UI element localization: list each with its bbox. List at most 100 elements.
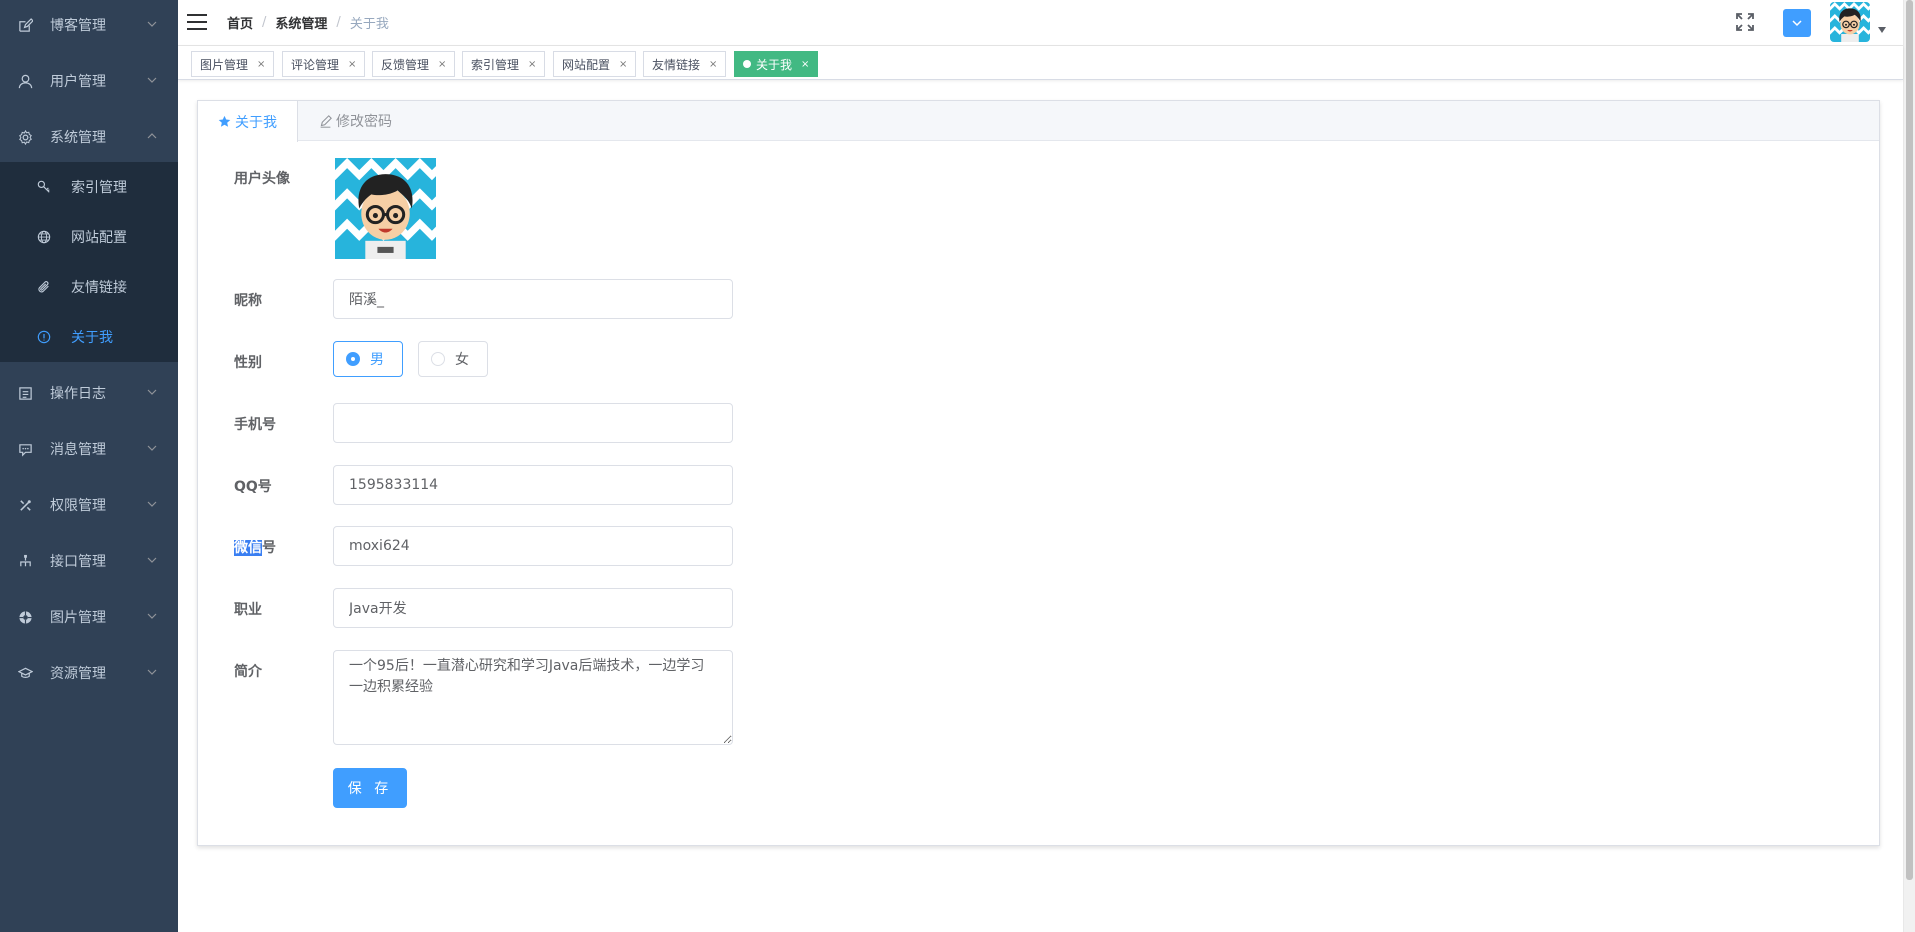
chevron-down-icon (147, 669, 157, 675)
sidebar-menu-message[interactable]: 消息管理 (0, 421, 178, 477)
sidebar-menu-permission[interactable]: 权限管理 (0, 477, 178, 533)
gear-icon (17, 129, 33, 145)
radio-label: 男 (370, 352, 384, 368)
qq-label: QQ号 (234, 479, 272, 495)
sidebar-menu-user[interactable]: 用户管理 (0, 53, 178, 109)
job-label: 职业 (234, 602, 262, 618)
fullscreen-icon[interactable] (1735, 12, 1755, 32)
tab-about[interactable]: 关于我 (198, 101, 298, 142)
close-icon[interactable]: × (619, 59, 627, 70)
tags-view: 图片管理 × 评论管理 × 反馈管理 × 索引管理 × 网站配置 × 友情链接 … (178, 46, 1903, 80)
edit-icon (319, 114, 332, 128)
sidebar-item-index[interactable]: 索引管理 (0, 162, 178, 212)
breadcrumb-separator: / (336, 15, 341, 30)
nickname-input[interactable] (333, 279, 733, 319)
key-icon (37, 180, 51, 194)
scrollbar[interactable] (1903, 0, 1915, 932)
selected-text: 微信 (234, 540, 262, 556)
tag-picture[interactable]: 图片管理 × (191, 51, 275, 77)
avatar-image (335, 158, 436, 259)
close-icon[interactable]: × (528, 59, 536, 70)
tag-label: 友情链接 (652, 57, 701, 72)
sidebar-menu-label: 消息管理 (50, 442, 106, 458)
sidebar-item-label: 网站配置 (71, 230, 127, 246)
hamburger-icon[interactable] (186, 12, 208, 32)
tag-label: 反馈管理 (381, 57, 430, 72)
tools-icon (17, 497, 33, 513)
breadcrumb-current: 关于我 (349, 17, 389, 32)
paperclip-icon (37, 280, 51, 294)
sidebar-menu-system[interactable]: 系统管理 (0, 109, 178, 165)
dropdown-button[interactable] (1783, 9, 1811, 37)
close-icon[interactable]: × (438, 59, 446, 70)
tag-site-config[interactable]: 网站配置 × (553, 51, 637, 77)
tag-label: 图片管理 (200, 57, 249, 72)
chevron-down-icon (147, 389, 157, 395)
scrollbar-thumb[interactable] (1906, 0, 1913, 880)
close-icon[interactable]: × (801, 59, 809, 70)
close-icon[interactable]: × (257, 59, 265, 70)
tag-label: 关于我 (756, 57, 793, 72)
sidebar-submenu-system: 索引管理 网站配置 友情链接 关于我 (0, 162, 178, 362)
sidebar-menu-label: 资源管理 (50, 666, 106, 682)
chevron-down-icon (1792, 20, 1802, 27)
avatar[interactable] (1830, 2, 1870, 42)
sidebar-item-label: 索引管理 (71, 180, 127, 196)
sidebar-menu-label: 权限管理 (50, 498, 106, 514)
sidebar-menu-api[interactable]: 接口管理 (0, 533, 178, 589)
tag-label: 评论管理 (291, 57, 340, 72)
caret-down-icon[interactable] (1878, 27, 1886, 33)
chevron-down-icon (147, 77, 157, 83)
sidebar-menu-resource[interactable]: 资源管理 (0, 645, 178, 701)
user-avatar-upload[interactable] (335, 158, 436, 259)
graduation-cap-icon (17, 665, 33, 681)
sidebar-menu-label: 图片管理 (50, 610, 106, 626)
gender-male-radio[interactable]: 男 (333, 341, 403, 377)
summary-textarea[interactable]: 一个95后！一直潜心研究和学习Java后端技术，一边学习一边积累经验 (333, 650, 733, 745)
breadcrumb-home[interactable]: 首页 (227, 13, 253, 32)
tag-label: 网站配置 (562, 57, 611, 72)
tab-label: 关于我 (235, 114, 277, 131)
tag-index[interactable]: 索引管理 × (462, 51, 546, 77)
user-icon (17, 73, 33, 89)
close-icon[interactable]: × (709, 59, 717, 70)
close-icon[interactable]: × (348, 59, 356, 70)
sidebar-item-links[interactable]: 友情链接 (0, 262, 178, 312)
save-button[interactable]: 保 存 (333, 768, 407, 808)
chevron-up-icon (147, 133, 157, 139)
gender-label: 性别 (234, 355, 262, 371)
tag-label: 索引管理 (471, 57, 520, 72)
sidebar: 博客管理 用户管理 系统管理 索引管理 网站配置 友情链接 关于我 操作日志 消… (0, 0, 178, 932)
sidebar-menu-picture[interactable]: 图片管理 (0, 589, 178, 645)
sidebar-item-about[interactable]: 关于我 (0, 312, 178, 362)
star-icon (218, 115, 231, 128)
wechat-input[interactable] (333, 526, 733, 566)
chevron-down-icon (147, 21, 157, 27)
breadcrumb-system[interactable]: 系统管理 (275, 13, 327, 32)
tag-comment[interactable]: 评论管理 × (282, 51, 366, 77)
tag-links[interactable]: 友情链接 × (643, 51, 727, 77)
sidebar-menu-label: 接口管理 (50, 554, 106, 570)
job-input[interactable] (333, 588, 733, 628)
tag-feedback[interactable]: 反馈管理 × (372, 51, 456, 77)
sidebar-item-site-config[interactable]: 网站配置 (0, 212, 178, 262)
qq-input[interactable] (333, 465, 733, 505)
avatar-image (1830, 2, 1870, 42)
breadcrumb-separator: / (262, 15, 267, 30)
chevron-down-icon (147, 613, 157, 619)
radio-label: 女 (455, 352, 469, 368)
sidebar-item-label: 友情链接 (71, 280, 127, 296)
navbar: 首页 / 系统管理 / 关于我 (178, 0, 1915, 46)
phone-input[interactable] (333, 403, 733, 443)
sidebar-menu-oplog[interactable]: 操作日志 (0, 365, 178, 421)
breadcrumb: 首页 / 系统管理 / 关于我 (227, 13, 389, 32)
radio-circle (346, 352, 360, 366)
chevron-down-icon (147, 557, 157, 563)
tab-change-password[interactable]: 修改密码 (299, 101, 412, 141)
sidebar-menu-blog[interactable]: 博客管理 (0, 0, 178, 53)
about-card: 关于我 修改密码 用户头像 昵称 陌溪_ 性别 男 女 手机号 QQ号 1595… (197, 100, 1880, 846)
gender-female-radio[interactable]: 女 (418, 341, 488, 377)
picture-icon (17, 609, 33, 625)
tag-about[interactable]: 关于我 × (734, 51, 819, 77)
info-icon (37, 330, 51, 344)
